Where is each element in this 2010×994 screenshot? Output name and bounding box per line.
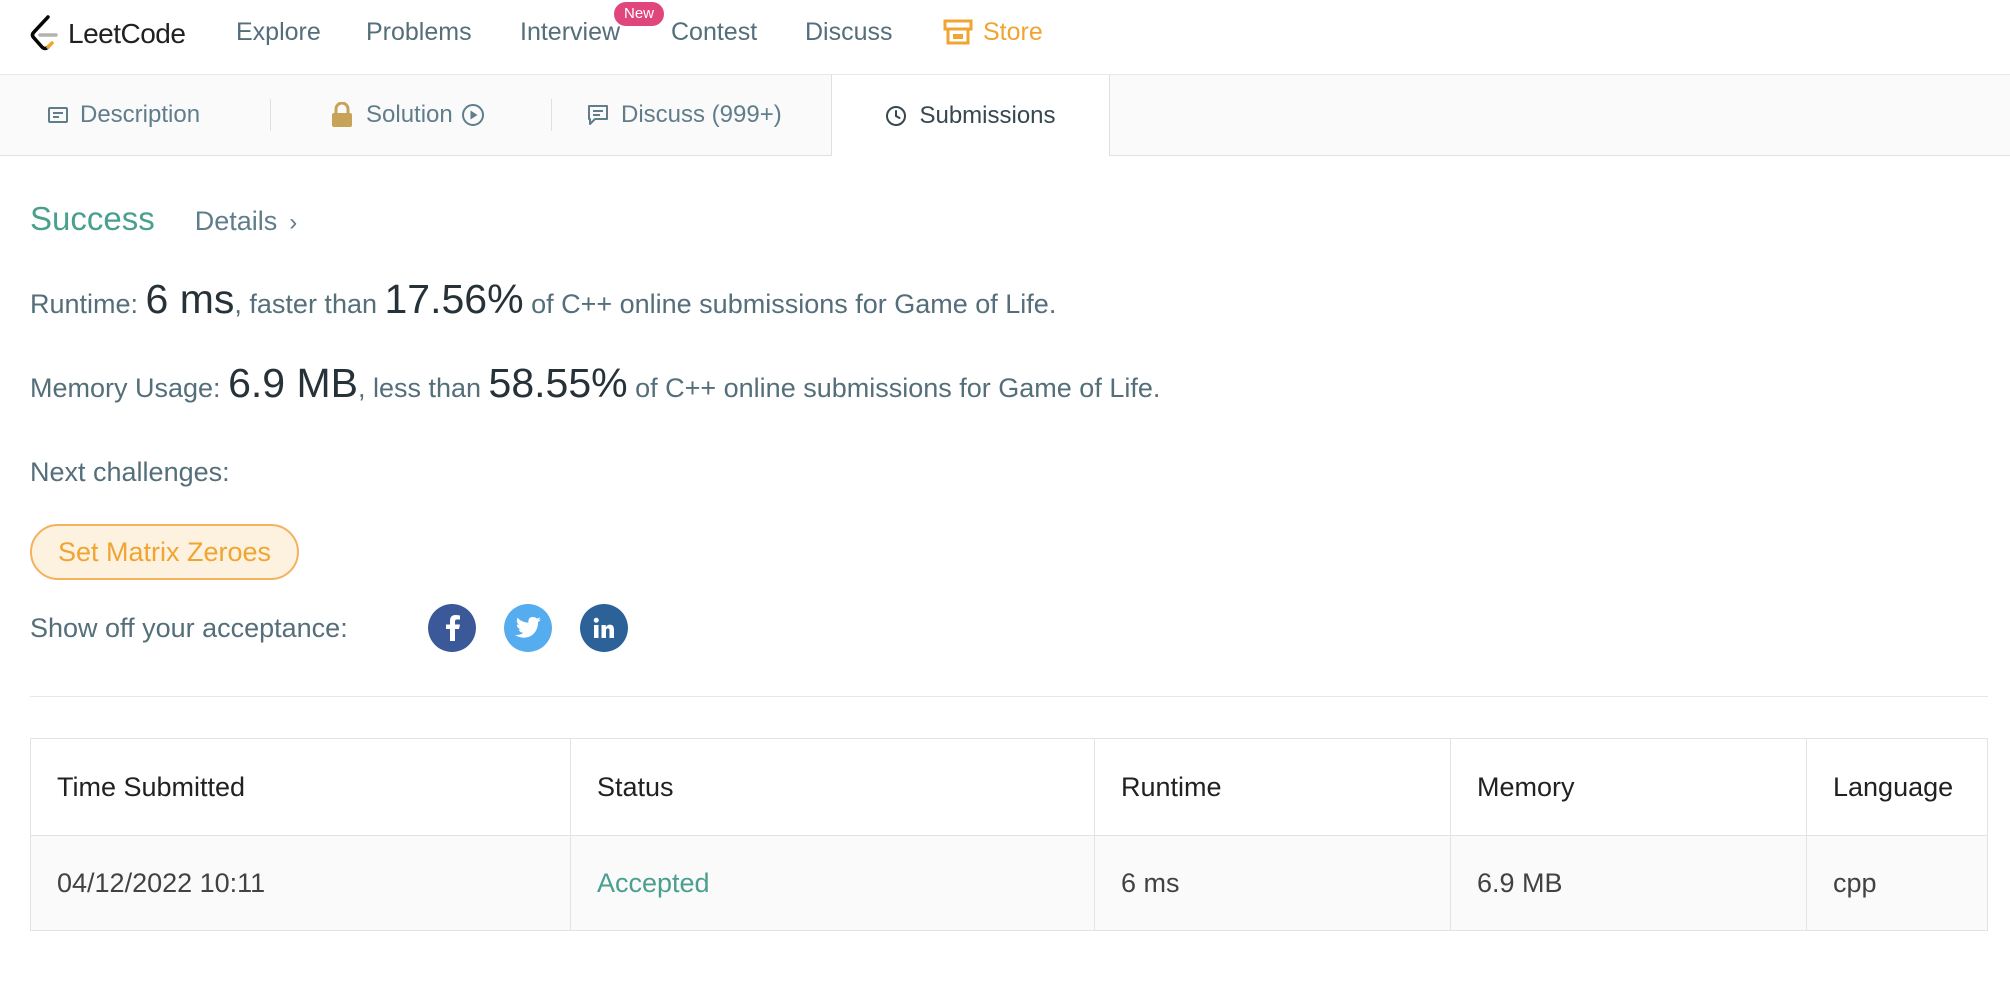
memory-stat: Memory Usage: 6.9 MB, less than 58.55% o… xyxy=(30,360,1160,407)
section-divider xyxy=(30,696,1988,697)
column-header-memory: Memory xyxy=(1450,738,1807,836)
status-success: Success xyxy=(30,200,155,237)
column-header-language: Language xyxy=(1806,738,1988,836)
tab-discuss[interactable]: Discuss (999+) xyxy=(587,75,782,155)
tab-solution-label: Solution xyxy=(366,101,453,128)
cell-time-submitted: 04/12/2022 10:11 xyxy=(30,835,571,931)
next-challenges-label: Next challenges: xyxy=(30,457,230,487)
column-header-status: Status xyxy=(570,738,1095,836)
chevron-right-icon[interactable]: › xyxy=(289,209,297,237)
tab-solution[interactable]: Solution xyxy=(330,75,485,155)
showoff-label: Show off your acceptance: xyxy=(30,613,348,643)
memory-percent: 58.55% xyxy=(488,360,628,406)
nav-problems[interactable]: Problems xyxy=(366,16,472,48)
nav-interview[interactable]: Interview xyxy=(520,16,620,48)
next-challenge-button[interactable]: Set Matrix Zeroes xyxy=(30,524,300,580)
problem-tab-bar: Description Solution Discuss (999+) Subm… xyxy=(0,75,2010,156)
runtime-value: 6 ms xyxy=(145,276,235,322)
nav-explore[interactable]: Explore xyxy=(236,16,321,48)
memory-suffix: of C++ online submissions for Game of Li… xyxy=(627,373,1161,403)
cell-status-accepted[interactable]: Accepted xyxy=(570,835,1095,931)
memory-value: 6.9 MB xyxy=(228,360,358,406)
store-icon xyxy=(943,19,973,45)
runtime-suffix: of C++ online submissions for Game of Li… xyxy=(523,289,1057,319)
tab-submissions-label: Submissions xyxy=(919,101,1056,129)
twitter-icon[interactable] xyxy=(504,604,552,652)
runtime-percent: 17.56% xyxy=(384,276,524,322)
clock-icon xyxy=(886,105,907,126)
cell-runtime: 6 ms xyxy=(1094,835,1451,931)
comment-icon xyxy=(588,105,608,125)
memory-mid: , less than xyxy=(357,373,489,403)
submissions-table: Time Submitted Status Runtime Memory Lan… xyxy=(30,738,1988,931)
leetcode-logo-icon xyxy=(30,15,58,51)
logo-text: LeetCode xyxy=(68,18,186,49)
tab-separator xyxy=(551,99,552,131)
runtime-mid: , faster than xyxy=(234,289,385,319)
description-icon xyxy=(48,107,68,123)
linkedin-icon[interactable] xyxy=(580,604,628,652)
new-badge: New xyxy=(614,2,664,26)
play-circle-icon xyxy=(461,104,484,126)
table-header-row: Time Submitted Status Runtime Memory Lan… xyxy=(30,738,1988,836)
tab-description-label: Description xyxy=(80,101,201,128)
tab-separator xyxy=(270,99,271,131)
top-nav: LeetCode Explore Problems Interview New … xyxy=(0,0,2010,75)
cell-memory: 6.9 MB xyxy=(1450,835,1807,931)
logo[interactable]: LeetCode xyxy=(28,10,186,58)
tab-discuss-label: Discuss (999+) xyxy=(621,101,782,128)
runtime-prefix: Runtime: xyxy=(30,289,146,319)
table-row[interactable]: 04/12/2022 10:11 Accepted 6 ms 6.9 MB cp… xyxy=(30,835,1988,931)
lock-icon xyxy=(332,102,352,127)
nav-store-label: Store xyxy=(983,18,1043,46)
result-header: Success Details › xyxy=(30,200,297,238)
column-header-time: Time Submitted xyxy=(30,738,571,836)
runtime-stat: Runtime: 6 ms, faster than 17.56% of C++… xyxy=(30,276,1056,323)
nav-contest[interactable]: Contest xyxy=(671,16,757,48)
details-link[interactable]: Details xyxy=(195,206,278,237)
tab-submissions[interactable]: Submissions xyxy=(831,75,1110,156)
nav-discuss[interactable]: Discuss xyxy=(805,16,893,48)
column-header-runtime: Runtime xyxy=(1094,738,1451,836)
nav-store[interactable]: Store xyxy=(943,16,1043,48)
facebook-icon[interactable] xyxy=(428,604,476,652)
memory-prefix: Memory Usage: xyxy=(30,373,229,403)
cell-language: cpp xyxy=(1806,835,1988,931)
tab-description[interactable]: Description xyxy=(48,75,200,155)
